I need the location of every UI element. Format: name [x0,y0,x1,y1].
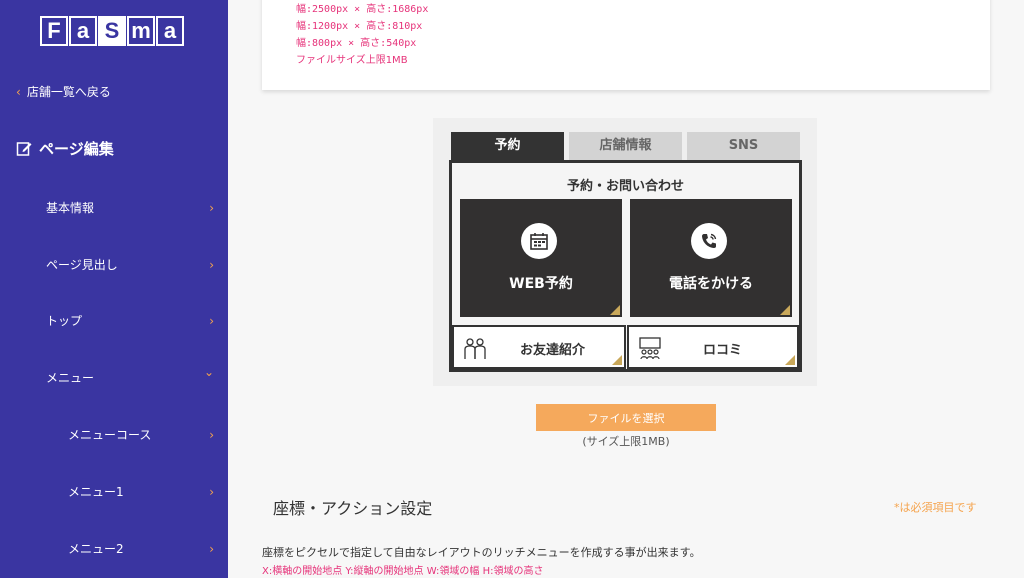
coordinate-legend: X:横軸の開始地点 Y:縦軸の開始地点 W:領域の幅 H:領域の高さ [262,566,544,577]
corner-accent [610,305,620,315]
choose-file-button[interactable]: ファイルを選択 [536,404,716,431]
reservation-panel: 予約・お問い合わせ WEB予約 電話をかける お友達紹介 ロコミ [449,160,802,372]
image-spec-card: 幅:2500px × 高さ:1686px 幅:1200px × 高さ:810px… [262,0,990,90]
sidebar: F a S m a ‹ 店舗一覧へ戻る ページ編集 基本情報 › ページ見出し … [0,0,228,578]
reviews-button[interactable]: ロコミ [627,325,799,369]
chevron-right-icon: › [209,484,214,499]
tab-store-info[interactable]: 店舗情報 [569,132,682,160]
sidebar-item-top[interactable]: トップ › [0,312,228,329]
corner-accent [785,355,795,365]
call-label: 電話をかける [669,276,753,292]
reviews-label: ロコミ [703,343,743,358]
logo-letter: m [127,16,155,46]
sidebar-item-menu[interactable]: メニュー ⌄ [0,365,228,386]
section-title: 座標・アクション設定 [273,499,433,518]
logo-letter: a [69,16,97,46]
page-edit-label: ページ編集 [39,140,114,158]
referral-button[interactable]: お友達紹介 [452,325,626,369]
call-button[interactable]: 電話をかける [630,199,792,317]
logo-letter: a [156,16,184,46]
settings-description: 座標をピクセルで指定して自由なレイアウトのリッチメニューを作成する事が出来ます。 [262,546,701,559]
back-link-label: 店舗一覧へ戻る [26,85,111,99]
sidebar-item-menu-course[interactable]: メニューコース › [0,426,228,443]
chevron-right-icon: › [209,313,214,328]
chevron-right-icon: › [209,257,214,272]
referral-label: お友達紹介 [520,343,586,358]
logo[interactable]: F a S m a [40,16,186,46]
audience-icon [639,337,661,360]
chevron-right-icon: › [209,541,214,556]
phone-icon [691,223,727,259]
chevron-right-icon: › [209,427,214,442]
edit-icon [16,142,32,156]
chevron-left-icon: ‹ [16,84,21,99]
sidebar-item-label: メニュー [46,371,95,385]
main-content: 幅:2500px × 高さ:1686px 幅:1200px × 高さ:810px… [228,0,1024,578]
spec-size-small: 幅:800px × 高さ:540px [296,38,417,49]
web-booking-button[interactable]: WEB予約 [460,199,622,317]
corner-accent [612,355,622,365]
calendar-icon [521,223,557,259]
tab-reservation[interactable]: 予約 [451,132,564,160]
sidebar-item-page-heading[interactable]: ページ見出し › [0,256,228,273]
spec-size-large: 幅:2500px × 高さ:1686px [296,4,429,15]
spec-size-medium: 幅:1200px × 高さ:810px [296,21,423,32]
people-icon [464,338,486,359]
corner-accent [780,305,790,315]
spec-file-size-note: ファイルサイズ上限1MB [296,55,408,66]
sidebar-item-label: メニュー2 [68,542,124,556]
sidebar-item-label: ページ見出し [46,258,118,272]
logo-letter: F [40,16,68,46]
back-to-store-list-link[interactable]: ‹ 店舗一覧へ戻る [16,83,111,100]
page-edit-heading: ページ編集 [16,138,114,159]
logo-letter: S [98,16,126,46]
sidebar-item-label: トップ [46,314,83,328]
web-booking-label: WEB予約 [509,276,573,292]
sidebar-item-menu-1[interactable]: メニュー1 › [0,483,228,500]
chevron-right-icon: › [209,200,214,215]
sidebar-item-label: 基本情報 [46,201,95,215]
sidebar-item-label: メニューコース [68,428,152,442]
panel-heading: 予約・お問い合わせ [566,179,684,194]
sidebar-item-basic-info[interactable]: 基本情報 › [0,199,228,216]
chevron-down-icon: ⌄ [203,365,214,379]
upload-size-limit: (サイズ上限1MB) [582,435,670,448]
sidebar-item-label: メニュー1 [68,485,124,499]
rich-menu-preview: 予約 店舗情報 SNS 予約・お問い合わせ WEB予約 電話をかける お友達紹介… [433,118,817,386]
sidebar-item-menu-2[interactable]: メニュー2 › [0,540,228,557]
tab-sns[interactable]: SNS [687,132,800,160]
required-fields-note: *は必須項目です [894,501,977,514]
